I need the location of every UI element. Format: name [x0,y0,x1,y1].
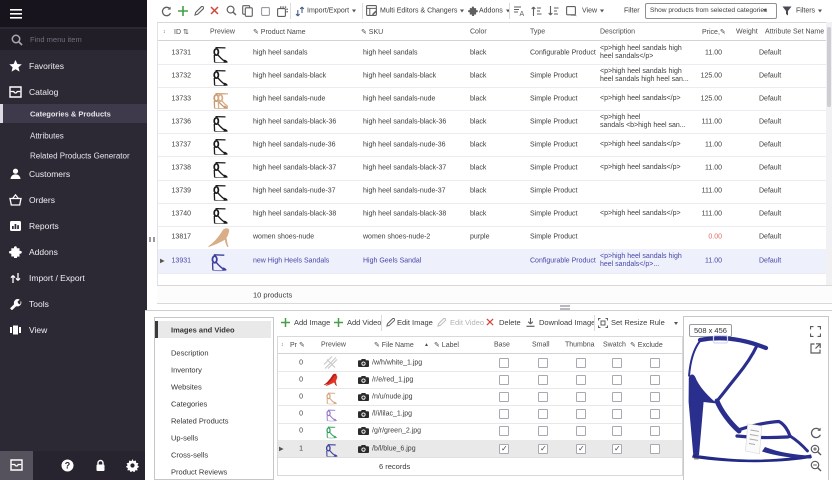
svg-text:?: ? [65,461,71,471]
svg-text:A: A [520,11,525,16]
